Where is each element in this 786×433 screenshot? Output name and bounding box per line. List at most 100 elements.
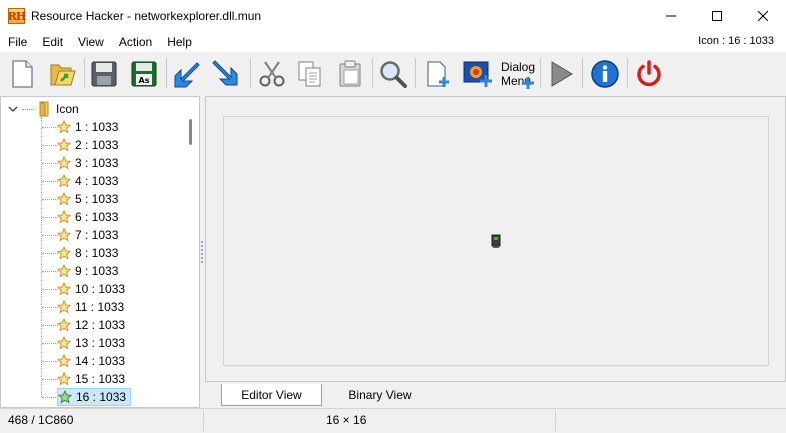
- folder-icon: [39, 101, 49, 117]
- tree-item-icon-resource[interactable]: 15 : 1033: [57, 370, 129, 388]
- tree-scrollbar[interactable]: [182, 97, 199, 407]
- maximize-button[interactable]: [694, 0, 740, 32]
- tree-connector: [42, 361, 58, 362]
- arrow-export-icon: [212, 60, 238, 86]
- star-icon: [57, 192, 71, 206]
- star-icon: [57, 210, 71, 224]
- chevron-down-icon[interactable]: [7, 103, 19, 115]
- run-script-button[interactable]: [543, 56, 579, 92]
- tree-item-icon-resource[interactable]: 16 : 1033: [57, 388, 132, 406]
- cut-button[interactable]: [254, 56, 290, 92]
- open-folder-icon: [50, 64, 76, 86]
- copy-button[interactable]: [292, 56, 328, 92]
- close-icon: [758, 11, 768, 21]
- menu-help[interactable]: Help: [159, 35, 199, 49]
- toolbar-separator: [84, 58, 85, 88]
- star-icon: [57, 120, 71, 134]
- save-as-icon: As: [131, 61, 157, 87]
- tab-editor-view[interactable]: Editor View: [221, 384, 322, 406]
- tree-connector: [42, 325, 58, 326]
- tree-item-label: 8 : 1033: [75, 246, 119, 260]
- maximize-icon: [712, 11, 722, 21]
- add-resource-button[interactable]: [420, 56, 456, 92]
- tree-node-icon-group[interactable]: Icon: [7, 100, 79, 118]
- tab-editor-label: Editor View: [241, 387, 302, 402]
- new-button[interactable]: [4, 56, 40, 92]
- status-bar: 468 / 1C860 16 × 16: [0, 408, 786, 433]
- tree-item-icon-resource[interactable]: 9 : 1033: [57, 262, 122, 280]
- find-button[interactable]: [375, 56, 411, 92]
- tree-connector: [42, 217, 58, 218]
- tree-connector: [42, 289, 58, 290]
- toolbar-separator: [415, 58, 416, 88]
- menu-action[interactable]: Action: [111, 35, 159, 49]
- icon-preview-image: [491, 234, 501, 248]
- tree-connector: [42, 181, 58, 182]
- star-icon: [57, 372, 71, 386]
- tree-item-icon-resource[interactable]: 14 : 1033: [57, 352, 129, 370]
- star-icon: [57, 264, 71, 278]
- menu-view[interactable]: View: [70, 35, 111, 49]
- resource-hacker-window: RH Resource Hacker - networkexplorer.dll…: [0, 0, 786, 433]
- menu-file[interactable]: File: [0, 35, 34, 49]
- play-icon: [551, 61, 573, 87]
- tree-item-label: 1 : 1033: [75, 120, 119, 134]
- tree-item-icon-resource[interactable]: 2 : 1033: [57, 136, 122, 154]
- tree-item-icon-resource[interactable]: 6 : 1033: [57, 208, 122, 226]
- toolbar-separator: [250, 58, 251, 88]
- splitter-grip[interactable]: [201, 241, 203, 263]
- save-button[interactable]: [86, 56, 122, 92]
- status-separator: [203, 411, 204, 431]
- dialog-menu-icon: Dialog Menu: [501, 60, 535, 89]
- minimize-button[interactable]: [648, 0, 694, 32]
- new-file-icon: [12, 60, 33, 88]
- tree-item-icon-resource[interactable]: 13 : 1033: [57, 334, 129, 352]
- star-icon: [57, 300, 71, 314]
- import-button[interactable]: [168, 56, 204, 92]
- tree-connector: [42, 199, 58, 200]
- tree-item-icon-resource[interactable]: 3 : 1033: [57, 154, 122, 172]
- add-image-icon: [463, 61, 492, 87]
- star-icon: [57, 354, 71, 368]
- tree-connector: [42, 253, 58, 254]
- star-icon: [57, 318, 71, 332]
- info-icon: [591, 60, 619, 88]
- dialog-menu-button[interactable]: Dialog Menu: [498, 56, 536, 92]
- save-as-button[interactable]: As: [126, 56, 162, 92]
- search-icon: [380, 61, 407, 88]
- tree-item-icon-resource[interactable]: 5 : 1033: [57, 190, 122, 208]
- tree-item-icon-resource[interactable]: 12 : 1033: [57, 316, 129, 334]
- paste-button[interactable]: [332, 56, 368, 92]
- window-title: Resource Hacker - networkexplorer.dll.mu…: [31, 9, 262, 23]
- toolbar-separator: [582, 58, 583, 88]
- status-dimensions: 16 × 16: [326, 413, 367, 427]
- tree-item-icon-resource[interactable]: 7 : 1033: [57, 226, 122, 244]
- view-tabs: Editor View Binary View: [205, 382, 786, 408]
- about-button[interactable]: [587, 56, 623, 92]
- tree-item-icon-resource[interactable]: 10 : 1033: [57, 280, 129, 298]
- toolbar-separator: [540, 58, 541, 88]
- tree-connector: [41, 117, 42, 397]
- open-button[interactable]: [44, 56, 80, 92]
- tree-scrollbar-thumb[interactable]: [189, 119, 192, 145]
- tree-item-label: 12 : 1033: [75, 318, 126, 332]
- tree-item-icon-resource[interactable]: 11 : 1033: [57, 298, 128, 316]
- save-as-badge: As: [139, 76, 150, 85]
- star-icon: [57, 228, 71, 242]
- close-button[interactable]: [740, 0, 786, 32]
- exit-button[interactable]: [631, 56, 667, 92]
- tab-binary-view[interactable]: Binary View: [330, 384, 430, 406]
- tree-connector: [42, 397, 58, 398]
- menu-edit[interactable]: Edit: [34, 35, 70, 49]
- add-image-button[interactable]: [460, 56, 496, 92]
- tree-item-icon-resource[interactable]: 4 : 1033: [57, 172, 122, 190]
- export-button[interactable]: [208, 56, 244, 92]
- tree-item-label: 11 : 1033: [75, 300, 125, 314]
- toolbar-separator: [166, 58, 167, 88]
- tree-item-label: 15 : 1033: [75, 372, 126, 386]
- tree-item-icon-resource[interactable]: 1 : 1033: [57, 118, 122, 136]
- tree-connector: [42, 271, 58, 272]
- tree-item-label: 2 : 1033: [75, 138, 119, 152]
- resource-tree[interactable]: Icon 1 : 1033 2 : 1033 3 : 1033 4 : 1033 5 :…: [0, 96, 200, 408]
- tree-item-icon-resource[interactable]: 8 : 1033: [57, 244, 122, 262]
